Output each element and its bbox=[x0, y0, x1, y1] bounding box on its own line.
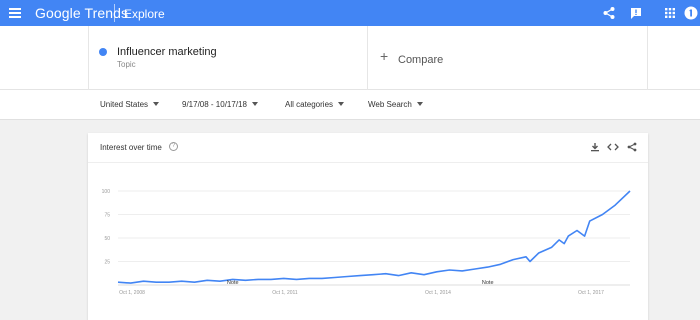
note-annotation: Note bbox=[482, 280, 494, 286]
feedback-icon[interactable] bbox=[628, 5, 644, 21]
page-title: Explore bbox=[124, 7, 165, 21]
y-tick-label: 100 bbox=[102, 189, 111, 195]
y-tick-label: 50 bbox=[104, 236, 110, 242]
y-tick-label: 25 bbox=[104, 260, 110, 266]
chevron-down-icon bbox=[251, 102, 258, 106]
embed-icon[interactable] bbox=[607, 142, 619, 152]
time-range-dropdown[interactable]: 9/17/08 - 10/17/18 bbox=[182, 100, 258, 109]
search-term-name[interactable]: Influencer marketing bbox=[117, 46, 217, 58]
category-label: All categories bbox=[285, 100, 334, 109]
add-icon: + bbox=[380, 48, 389, 64]
compare-button[interactable]: + Compare bbox=[368, 26, 648, 90]
chart-series bbox=[117, 190, 631, 284]
search-term-card[interactable]: Influencer marketing Topic bbox=[88, 26, 368, 90]
x-tick-label: Oct 1, 2014 bbox=[425, 290, 451, 296]
chart-grid bbox=[118, 190, 630, 286]
top-app-bar: Google Trends Explore bbox=[0, 0, 700, 26]
share-icon[interactable] bbox=[626, 142, 638, 152]
interest-over-time-card: Interest over time ? 25 50 75 100 Oct 1, 20… bbox=[88, 133, 648, 320]
apps-icon[interactable] bbox=[662, 5, 678, 21]
series-color-dot bbox=[99, 48, 107, 56]
brand-trends: Trends bbox=[84, 5, 129, 21]
chevron-down-icon bbox=[153, 102, 160, 106]
chevron-down-icon bbox=[338, 102, 345, 106]
brand-google: Google bbox=[35, 5, 81, 21]
x-tick-label: Oct 1, 2008 bbox=[119, 290, 145, 296]
search-type-dropdown[interactable]: Web Search bbox=[368, 100, 423, 109]
x-tick-label: Oct 1, 2017 bbox=[578, 290, 604, 296]
x-tick-label: Oct 1, 2011 bbox=[272, 290, 298, 296]
card-title: Interest over time bbox=[100, 143, 162, 152]
share-icon[interactable] bbox=[601, 5, 617, 21]
note-annotation: Note bbox=[227, 280, 239, 286]
region-dropdown[interactable]: United States bbox=[100, 100, 160, 109]
filter-bar: United States 9/17/08 - 10/17/18 All cat… bbox=[0, 90, 700, 120]
x-axis-labels: Oct 1, 2008 Oct 1, 2011 Oct 1, 2014 Oct 1, … bbox=[119, 290, 604, 296]
interest-over-time-chart: 255075100 Oct 1, 2008 Oct 1, 2011 Oct 1, 2… bbox=[102, 189, 631, 296]
help-icon[interactable]: ? bbox=[169, 142, 178, 151]
chevron-down-icon bbox=[416, 102, 423, 106]
menu-icon[interactable] bbox=[9, 8, 21, 18]
account-icon[interactable] bbox=[683, 5, 699, 21]
category-dropdown[interactable]: All categories bbox=[285, 100, 345, 109]
search-terms-bar: Influencer marketing Topic + Compare bbox=[0, 26, 700, 90]
download-icon[interactable] bbox=[589, 142, 601, 152]
y-tick-label: 75 bbox=[104, 213, 110, 219]
header-divider bbox=[114, 4, 115, 22]
series-line-influencer-marketing bbox=[117, 190, 631, 284]
search-type-label: Web Search bbox=[368, 100, 412, 109]
time-range-label: 9/17/08 - 10/17/18 bbox=[182, 100, 247, 109]
y-axis-labels: 25 50 75 100 bbox=[102, 189, 111, 266]
search-term-type: Topic bbox=[117, 60, 136, 69]
region-label: United States bbox=[100, 100, 149, 109]
compare-label: Compare bbox=[398, 54, 444, 66]
